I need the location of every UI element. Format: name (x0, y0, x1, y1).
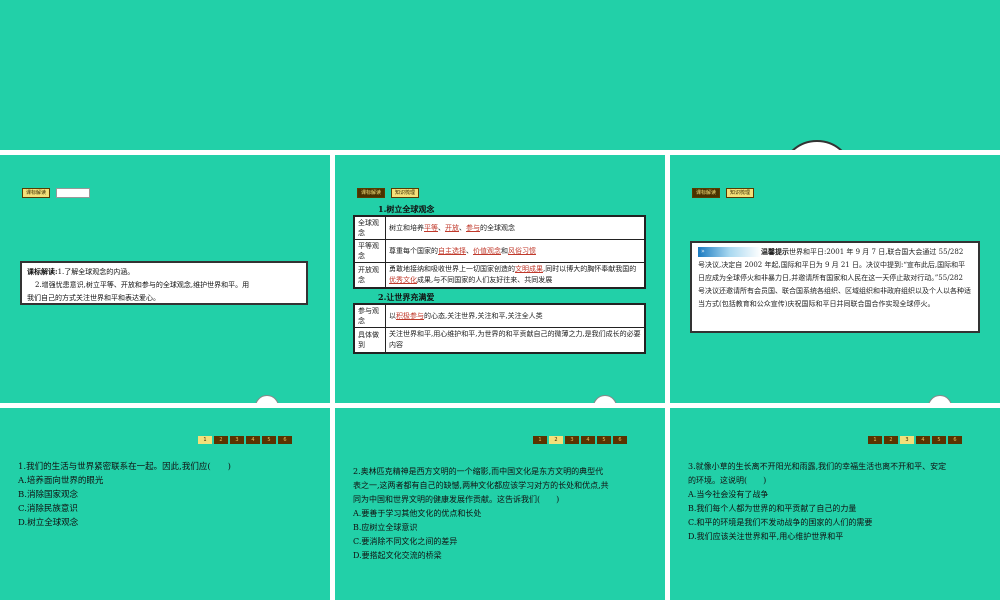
option-c[interactable]: C.要消除不同文化之间的差异 (353, 535, 609, 549)
page-3-button[interactable]: 3 (900, 436, 914, 444)
option-d[interactable]: D.要搭起文化交流的桥梁 (353, 549, 609, 563)
tab-standards[interactable]: 课标解读 (692, 188, 721, 198)
tip-text: 世界和平日:2001 年 9 月 7 日,联合国大会通过 55/282 号决议,… (698, 248, 971, 308)
tab-standards[interactable]: 课标解读 (357, 188, 386, 198)
option-a[interactable]: A.要善于学习其他文化的优点和长处 (353, 507, 609, 521)
page-6-button[interactable]: 6 (948, 436, 962, 444)
standards-line1: 1.了解全球观念的内涵。 (57, 268, 135, 276)
row-global-head: 全球观念 (353, 215, 386, 240)
slide-question-1[interactable]: 1 2 3 4 5 6 1.我们的生活与世界紧密联系在一起。因此,我们应( ) … (0, 408, 330, 600)
decoration-semicircle (593, 395, 617, 403)
row-open-head: 开放观念 (353, 262, 386, 289)
question-stem: 1.我们的生活与世界紧密联系在一起。因此,我们应( ) (18, 462, 231, 472)
question-3: 3.就像小草的生长离不开阳光和雨露,我们的幸福生活也离不开和平、安定 的环境。这… (688, 460, 946, 544)
tab-knowledge[interactable]: 知识梳理 (726, 188, 755, 198)
option-a[interactable]: A.培养面向世界的眼光 (18, 474, 231, 488)
question-stem-line2: 的环境。这说明( ) (688, 476, 767, 485)
row-practice-head: 具体做到 (353, 327, 386, 354)
question-1: 1.我们的生活与世界紧密联系在一起。因此,我们应( ) A.培养面向世界的眼光 … (18, 460, 231, 530)
slide-standards[interactable]: 课标解读 课标解读:1.了解全球观念的内涵。 2.增强忧患意识,树立平等、开放和… (0, 155, 330, 403)
page-4-button[interactable]: 4 (916, 436, 930, 444)
tab-blank[interactable] (56, 188, 90, 198)
option-b[interactable]: B.应树立全球意识 (353, 521, 609, 535)
page-5-button[interactable]: 5 (597, 436, 611, 444)
tip-banner-label: 温馨提示 (761, 247, 789, 256)
option-c[interactable]: C.和平的环境是我们不发动战争的国家的人们的需要 (688, 516, 946, 530)
slide-tip[interactable]: 课标解读 知识梳理 » 温馨提示世界和平日:2001 年 9 月 7 日,联合国大… (670, 155, 1000, 403)
page-1-button[interactable]: 1 (533, 436, 547, 444)
option-d[interactable]: D.树立全球观念 (18, 516, 231, 530)
question-stem-line2: 表之一,这两者都有自己的缺憾,两种文化都应该学习对方的长处和优点,共 (353, 481, 609, 490)
option-d[interactable]: D.我们应该关注世界和平,用心维护世界和平 (688, 530, 946, 544)
page-2-button[interactable]: 2 (214, 436, 228, 444)
question-pager[interactable]: 1 2 3 4 5 6 (533, 436, 627, 444)
slide-question-2[interactable]: 1 2 3 4 5 6 2.奥林匹克精神是西方文明的一个缩影,而中国文化是东方文… (335, 408, 665, 600)
tab-standards[interactable]: 课标解读 (22, 188, 51, 198)
tip-banner: » (698, 247, 761, 257)
standards-title: 课标解读: (27, 267, 58, 276)
question-stem-line1: 2.奥林匹克精神是西方文明的一个缩影,而中国文化是东方文明的典型代 (353, 467, 604, 476)
decoration-semicircle (255, 395, 279, 403)
standards-box: 课标解读:1.了解全球观念的内涵。 2.增强忧患意识,树立平等、开放和参与的全球… (20, 261, 308, 305)
option-a[interactable]: A.当今社会没有了战争 (688, 488, 946, 502)
page-5-button[interactable]: 5 (262, 436, 276, 444)
page-3-button[interactable]: 3 (230, 436, 244, 444)
page-4-button[interactable]: 4 (581, 436, 595, 444)
page-1-button[interactable]: 1 (868, 436, 882, 444)
page-2-button[interactable]: 2 (549, 436, 563, 444)
question-2: 2.奥林匹克精神是西方文明的一个缩影,而中国文化是东方文明的典型代 表之一,这两… (353, 465, 609, 563)
page-5-button[interactable]: 5 (932, 436, 946, 444)
row-equal-head: 平等观念 (353, 239, 386, 263)
option-c[interactable]: C.消除民族意识 (18, 502, 231, 516)
question-stem-line3: 同为中国和世界文明的健康发展作贡献。这告诉我们( ) (353, 495, 560, 504)
question-stem-line1: 3.就像小草的生长离不开阳光和雨露,我们的幸福生活也离不开和平、安定 (688, 462, 947, 471)
knowledge-table-1: 全球观念 树立和培养平等、开放、参与的全球观念 平等观念 尊重每个国家的自主选择… (353, 215, 646, 289)
question-pager[interactable]: 1 2 3 4 5 6 (198, 436, 292, 444)
tip-box: » 温馨提示世界和平日:2001 年 9 月 7 日,联合国大会通过 55/282… (690, 241, 980, 333)
slide-knowledge[interactable]: 课标解读 知识梳理 1.树立全球观念 全球观念 树立和培养平等、开放、参与的全球… (335, 155, 665, 403)
page-2-button[interactable]: 2 (884, 436, 898, 444)
section2-title: 2.让世界充满爱 (378, 292, 435, 302)
row-participate-head: 参与观念 (353, 303, 386, 328)
page-6-button[interactable]: 6 (278, 436, 292, 444)
decoration-semicircle (928, 395, 952, 403)
option-b[interactable]: B.我们每个人都为世界的和平贡献了自己的力量 (688, 502, 946, 516)
page-4-button[interactable]: 4 (246, 436, 260, 444)
section1-title: 1.树立全球观念 (378, 204, 435, 214)
row-practice-body: 关注世界和平,用心维护和平,为世界的和平贡献自己的微薄之力,是我们成长的必要内容 (385, 327, 646, 354)
question-pager[interactable]: 1 2 3 4 5 6 (868, 436, 962, 444)
row-global-body: 树立和培养平等、开放、参与的全球观念 (385, 215, 646, 240)
option-b[interactable]: B.消除国家观念 (18, 488, 231, 502)
slide-question-3[interactable]: 1 2 3 4 5 6 3.就像小草的生长离不开阳光和雨露,我们的幸福生活也离不… (670, 408, 1000, 600)
decoration-circle (780, 140, 854, 150)
page-3-button[interactable]: 3 (565, 436, 579, 444)
knowledge-table-2: 参与观念 以积极参与的心态,关注世界,关注和平,关注全人类 具体做到 关注世界和… (353, 303, 646, 354)
tab-knowledge[interactable]: 知识梳理 (391, 188, 420, 198)
row-equal-body: 尊重每个国家的自主选择、价值观念和风俗习惯 (385, 239, 646, 263)
standards-line3: 我们自己的方式关注世界和平和表达爱心。 (27, 294, 160, 302)
row-open-body: 勇敢地接纳和吸收世界上一切国家创造的文明成果,同时以博大的胸怀奉献我国的优秀文化… (385, 262, 646, 289)
standards-line2: 2.增强忧患意识,树立平等、开放和参与的全球观念,维护世界和平。用 (35, 281, 250, 289)
row-participate-body: 以积极参与的心态,关注世界,关注和平,关注全人类 (385, 303, 646, 328)
page-1-button[interactable]: 1 (198, 436, 212, 444)
page-6-button[interactable]: 6 (613, 436, 627, 444)
slide-top[interactable] (0, 0, 1000, 150)
